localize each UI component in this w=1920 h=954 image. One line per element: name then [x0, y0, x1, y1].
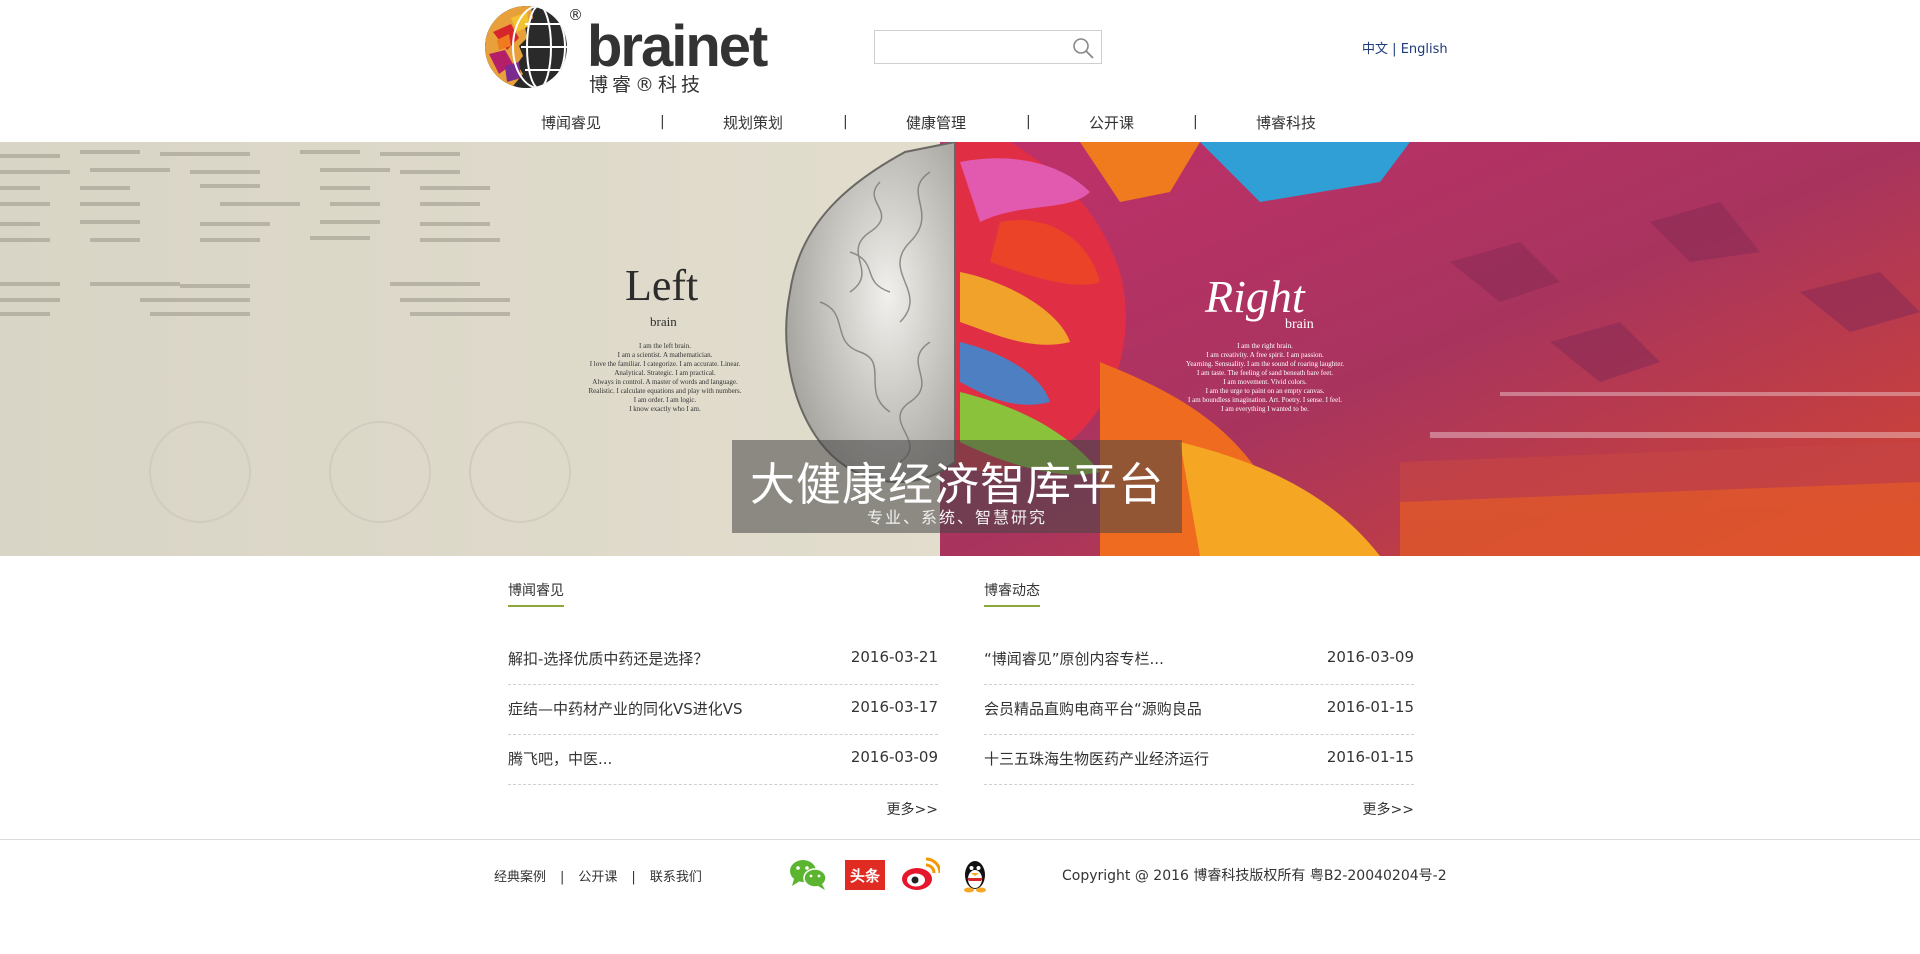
news-row[interactable]: 症结—中药材产业的同化VS进化VS 2016-03-17	[508, 685, 938, 735]
toutiao-icon[interactable]: 头条	[845, 857, 885, 893]
brand-wordmark: brainet	[587, 14, 768, 79]
brain-text-line: I love the familiar. I categorize. I am …	[590, 360, 741, 368]
news-list: “博闻睿见”原创内容专栏... 2016-03-09 会员精品直购电商平台“源购…	[984, 635, 1414, 785]
brain-text-line: Always in control. A master of words and…	[592, 378, 738, 386]
column-title-text[interactable]: 博睿动态	[984, 583, 1040, 599]
nav-separator: |	[1193, 114, 1198, 130]
nav-separator: |	[1026, 114, 1031, 130]
language-switcher: 中文 | English	[1362, 38, 1448, 57]
news-date: 2016-03-09	[1326, 648, 1414, 666]
brain-text-line: I am everything I wanted to be.	[1221, 405, 1309, 413]
news-date: 2016-01-15	[1326, 698, 1414, 716]
news-row[interactable]: “博闻睿见”原创内容专栏... 2016-03-09	[984, 635, 1414, 685]
brain-text-line: I am taste. The feeling of sand beneath …	[1197, 369, 1333, 377]
news-column-bowen: 博闻睿见 解扣-选择优质中药还是选择？ 2016-03-21 症结—中药材产业的…	[508, 580, 938, 818]
brain-text-line: Analytical. Strategic. I am practical.	[614, 369, 716, 377]
nav-item-health[interactable]: 健康管理	[906, 112, 966, 133]
footer-separator: |	[631, 870, 636, 885]
brain-text-line: I am order. I am logic.	[634, 396, 697, 404]
search-box	[874, 30, 1102, 64]
search-icon[interactable]	[1071, 36, 1095, 60]
globe-head-logo-icon	[485, 6, 567, 88]
news-title[interactable]: 会员精品直购电商平台“源购良品	[984, 698, 1202, 719]
right-brain-heading: Right	[1204, 271, 1306, 322]
brain-text-line: I am the urge to paint on an empty canva…	[1206, 387, 1325, 395]
news-title[interactable]: 解扣-选择优质中药还是选择？	[508, 648, 708, 669]
news-date: 2016-03-21	[850, 648, 938, 666]
brand-subtitle: 博睿®科技	[589, 74, 705, 96]
brain-text-line: I am a scientist. A mathematician.	[618, 351, 713, 359]
banner-caption: 大健康经济智库平台 专业、系统、智慧研究	[732, 440, 1182, 533]
brain-text-line: Realistic. I calculate equations and pla…	[589, 387, 742, 395]
news-row[interactable]: 十三五珠海生物医药产业经济运行 2016-01-15	[984, 735, 1414, 785]
column-title-underline	[508, 605, 564, 607]
brain-text-line: I am the right brain.	[1237, 342, 1293, 350]
footer-link-contact[interactable]: 联系我们	[650, 870, 702, 885]
column-title: 博睿动态	[984, 580, 1414, 608]
column-title-text[interactable]: 博闻睿见	[508, 583, 564, 599]
nav-item-planning[interactable]: 规划策划	[723, 112, 783, 133]
lang-zh-link[interactable]: 中文	[1362, 42, 1388, 57]
news-date: 2016-03-09	[850, 748, 938, 766]
column-title-underline	[984, 605, 1040, 607]
nav-item-brainet-tech[interactable]: 博睿科技	[1256, 112, 1316, 133]
hero-banner[interactable]: Left brain Right brain I am the left bra…	[0, 142, 1920, 556]
qq-penguin-icon[interactable]	[955, 857, 995, 893]
news-date: 2016-03-17	[850, 698, 938, 716]
news-title[interactable]: 症结—中药材产业的同化VS进化VS	[508, 698, 743, 719]
brain-text-line: I know exactly who I am.	[629, 405, 701, 413]
footer-separator: |	[560, 870, 565, 885]
left-brain-sub: brain	[650, 314, 677, 329]
footer-divider	[0, 839, 1920, 840]
search-input[interactable]	[881, 35, 1065, 61]
nav-item-bowen[interactable]: 博闻睿见	[541, 112, 601, 133]
brain-text-line: Yearning. Sensuality. I am the sound of …	[1186, 360, 1344, 368]
wechat-icon[interactable]	[788, 857, 828, 893]
lang-en-link[interactable]: English	[1401, 42, 1448, 57]
news-column-dynamics: 博睿动态 “博闻睿见”原创内容专栏... 2016-03-09 会员精品直购电商…	[984, 580, 1414, 818]
more-link[interactable]: 更多>>	[887, 799, 938, 819]
news-date: 2016-01-15	[1326, 748, 1414, 766]
news-title[interactable]: 腾飞吧，中医...	[508, 748, 612, 769]
left-brain-heading: Left	[625, 261, 698, 310]
news-row[interactable]: 会员精品直购电商平台“源购良品 2016-01-15	[984, 685, 1414, 735]
footer-links: 经典案例 | 公开课 | 联系我们	[494, 866, 702, 885]
news-list: 解扣-选择优质中药还是选择？ 2016-03-21 症结—中药材产业的同化VS进…	[508, 635, 938, 785]
lang-separator: |	[1392, 42, 1397, 57]
brain-text-line: I am the left brain.	[639, 342, 691, 350]
nav-separator: |	[660, 114, 665, 130]
nav-item-open-class[interactable]: 公开课	[1089, 112, 1134, 133]
banner-subtitle: 专业、系统、智慧研究	[866, 508, 1047, 527]
brain-text-line: I am movement. Vivid colors.	[1223, 378, 1307, 386]
footer-link-open-class[interactable]: 公开课	[578, 870, 617, 885]
brain-text-line: I am creativity. A free spirit. I am pas…	[1206, 351, 1324, 359]
weibo-icon[interactable]	[900, 857, 942, 893]
news-title[interactable]: “博闻睿见”原创内容专栏...	[984, 648, 1164, 669]
footer-link-cases[interactable]: 经典案例	[494, 870, 546, 885]
copyright-text: Copyright @ 2016 博睿科技版权所有 粤B2-20040204号-…	[1062, 868, 1447, 884]
svg-text:头条: 头条	[850, 867, 881, 885]
right-brain-sub: brain	[1285, 317, 1314, 332]
column-title: 博闻睿见	[508, 580, 938, 608]
main-nav: 博闻睿见 | 规划策划 | 健康管理 | 公开课 | 博睿科技	[0, 106, 1920, 142]
nav-separator: |	[843, 114, 848, 130]
more-link[interactable]: 更多>>	[1363, 799, 1414, 819]
news-row[interactable]: 腾飞吧，中医... 2016-03-09	[508, 735, 938, 785]
header: ® brainet 博睿®科技 中文 | English 博闻睿见 | 规划策划…	[0, 0, 1920, 142]
brain-text-line: I am boundless imagination. Art. Poetry.…	[1188, 396, 1342, 404]
news-row[interactable]: 解扣-选择优质中药还是选择？ 2016-03-21	[508, 635, 938, 685]
registered-mark: ®	[568, 6, 583, 24]
news-title[interactable]: 十三五珠海生物医药产业经济运行	[984, 748, 1209, 769]
brainet-logo[interactable]: ® brainet 博睿®科技	[483, 4, 768, 96]
